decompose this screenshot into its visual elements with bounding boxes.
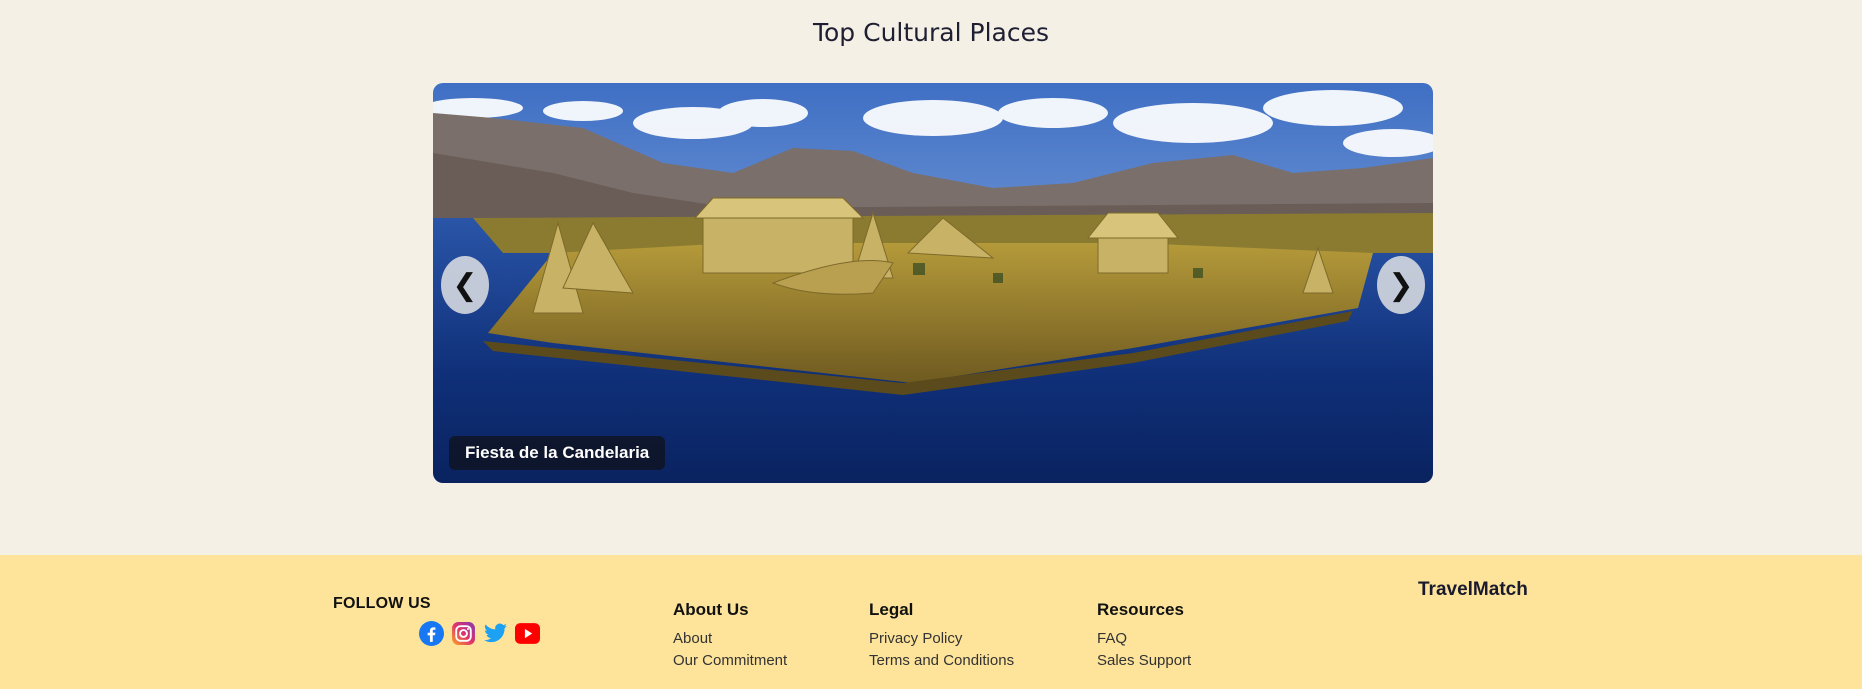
footer-column-title: About Us <box>673 600 749 619</box>
section-title: Top Cultural Places <box>812 18 1049 47</box>
facebook-icon[interactable] <box>419 621 444 646</box>
footer-link-privacy-policy[interactable]: Privacy Policy <box>869 628 1014 650</box>
follow-us-title: FOLLOW US <box>333 595 431 612</box>
footer-link-faq[interactable]: FAQ <box>1097 628 1191 650</box>
carousel-image <box>433 83 1433 483</box>
site-footer: FOLLOW US About Us About Our Commitment … <box>0 555 1862 689</box>
footer-link-sales-support[interactable]: Sales Support <box>1097 650 1191 672</box>
youtube-icon[interactable] <box>515 621 540 646</box>
footer-link-our-commitment[interactable]: Our Commitment <box>673 650 787 672</box>
footer-column-resources: Resources FAQ Sales Support <box>1097 600 1191 672</box>
brand-logo-text[interactable]: TravelMatch <box>1418 579 1528 601</box>
footer-column-legal: Legal Privacy Policy Terms and Condition… <box>869 600 1014 672</box>
social-links <box>419 621 540 646</box>
footer-column-about: About Us About Our Commitment <box>673 600 787 672</box>
carousel-caption: Fiesta de la Candelaria <box>449 436 666 470</box>
carousel-next-button[interactable]: ❯ <box>1377 256 1425 314</box>
footer-link-terms[interactable]: Terms and Conditions <box>869 650 1014 672</box>
footer-column-title: Resources <box>1097 600 1184 619</box>
instagram-icon[interactable] <box>451 621 476 646</box>
image-carousel: ❮ ❯ Fiesta de la Candelaria <box>433 83 1433 483</box>
carousel-prev-button[interactable]: ❮ <box>441 256 489 314</box>
footer-column-title: Legal <box>869 600 914 619</box>
twitter-icon[interactable] <box>483 621 508 646</box>
footer-link-about[interactable]: About <box>673 628 787 650</box>
follow-us-section: FOLLOW US <box>333 595 540 646</box>
